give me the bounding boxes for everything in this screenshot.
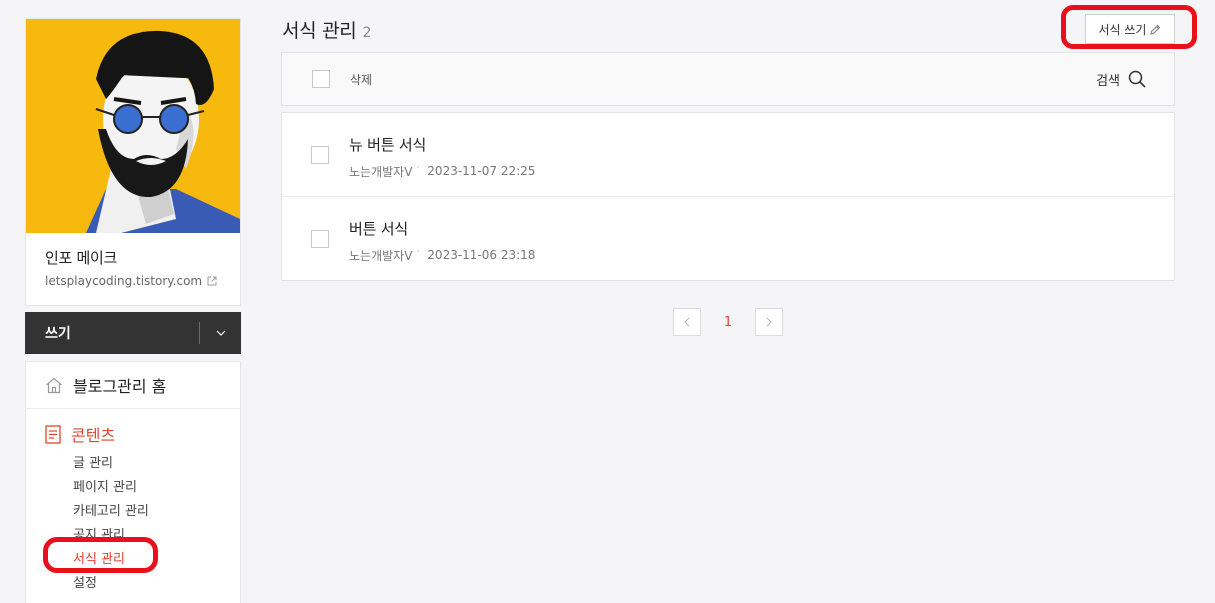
- menu-section-contents: 콘텐츠 글 관리 페이지 관리 카테고리 관리 공지 관리 서식 관리 설정: [26, 409, 240, 596]
- submenu: 글 관리 페이지 관리 카테고리 관리 공지 관리 서식 관리 설정: [45, 452, 240, 596]
- pagination: 1: [673, 308, 783, 336]
- submenu-item-templates[interactable]: 서식 관리: [73, 548, 240, 572]
- chevron-left-icon: [684, 317, 690, 327]
- write-dropdown-toggle[interactable]: [200, 312, 241, 354]
- list-item: 버튼 서식 노는개발자V · 2023-11-06 23:18: [282, 197, 1174, 280]
- template-list: 뉴 버튼 서식 노는개발자V · 2023-11-07 22:25 버튼 서식 …: [281, 112, 1175, 281]
- submenu-item-settings[interactable]: 설정: [73, 572, 240, 596]
- menu-home-link[interactable]: 블로그관리 홈: [26, 362, 240, 409]
- item-content: 버튼 서식 노는개발자V · 2023-11-06 23:18: [349, 218, 535, 264]
- menu-section-label: 콘텐츠: [71, 426, 116, 445]
- page-title: 서식 관리 2: [282, 16, 371, 43]
- delete-button[interactable]: 삭제: [350, 71, 372, 88]
- blog-name[interactable]: 인포 메이크: [45, 247, 221, 268]
- current-page[interactable]: 1: [701, 315, 755, 330]
- prev-page-button[interactable]: [673, 308, 701, 336]
- sidebar: 인포 메이크 letsplaycoding.tistory.com 쓰기 블로그…: [25, 18, 241, 603]
- search-label: 검색: [1096, 73, 1120, 89]
- write-button-label: 쓰기: [45, 326, 71, 342]
- item-content: 뉴 버튼 서식 노는개발자V · 2023-11-07 22:25: [349, 134, 535, 180]
- submenu-item-notices[interactable]: 공지 관리: [73, 524, 240, 548]
- chevron-right-icon: [766, 317, 772, 327]
- chevron-down-icon: [216, 330, 225, 336]
- search-icon: [1128, 70, 1146, 88]
- next-page-button[interactable]: [755, 308, 783, 336]
- profile-info: 인포 메이크 letsplaycoding.tistory.com: [26, 233, 240, 305]
- meta-separator: ·: [416, 163, 420, 173]
- item-meta: 노는개발자V · 2023-11-07 22:25: [349, 163, 535, 180]
- submenu-item-categories[interactable]: 카테고리 관리: [73, 500, 240, 524]
- document-icon: [45, 424, 61, 444]
- item-checkbox[interactable]: [311, 145, 329, 164]
- new-template-button[interactable]: 서식 쓰기: [1085, 14, 1175, 44]
- home-icon: [46, 377, 62, 393]
- write-button[interactable]: 쓰기: [25, 312, 241, 354]
- item-date: 2023-11-07 22:25: [427, 164, 536, 178]
- blog-url-link[interactable]: letsplaycoding.tistory.com: [45, 274, 221, 288]
- search-button[interactable]: 검색: [1096, 70, 1146, 89]
- select-all-checkbox[interactable]: [312, 70, 330, 88]
- menu-home-label: 블로그관리 홈: [73, 377, 167, 396]
- profile-card: 인포 메이크 letsplaycoding.tistory.com: [25, 18, 241, 306]
- submenu-item-pages[interactable]: 페이지 관리: [73, 476, 240, 500]
- list-toolbar: 삭제 검색: [281, 52, 1175, 106]
- item-author: 노는개발자V: [349, 164, 413, 179]
- meta-separator: ·: [416, 247, 420, 257]
- blog-url-text: letsplaycoding.tistory.com: [45, 274, 203, 288]
- item-checkbox[interactable]: [311, 229, 329, 248]
- item-count: 2: [362, 25, 372, 41]
- submenu-item-posts[interactable]: 글 관리: [73, 452, 240, 476]
- item-meta: 노는개발자V · 2023-11-06 23:18: [349, 247, 535, 264]
- item-author: 노는개발자V: [349, 248, 413, 263]
- page-title-text: 서식 관리: [282, 20, 357, 42]
- menu-section-title[interactable]: 콘텐츠: [45, 423, 240, 445]
- avatar[interactable]: [26, 19, 240, 233]
- item-title[interactable]: 버튼 서식: [349, 218, 535, 239]
- pencil-icon: [1150, 24, 1161, 35]
- external-link-icon: [207, 276, 217, 286]
- avatar-illustration: [26, 19, 240, 233]
- item-date: 2023-11-06 23:18: [427, 248, 536, 262]
- new-template-button-label: 서식 쓰기: [1098, 22, 1147, 37]
- list-item: 뉴 버튼 서식 노는개발자V · 2023-11-07 22:25: [282, 113, 1174, 197]
- item-title[interactable]: 뉴 버튼 서식: [349, 134, 535, 155]
- admin-menu: 블로그관리 홈 콘텐츠 글 관리 페이지 관리 카테고리 관리 공지 관리 서식…: [25, 361, 241, 603]
